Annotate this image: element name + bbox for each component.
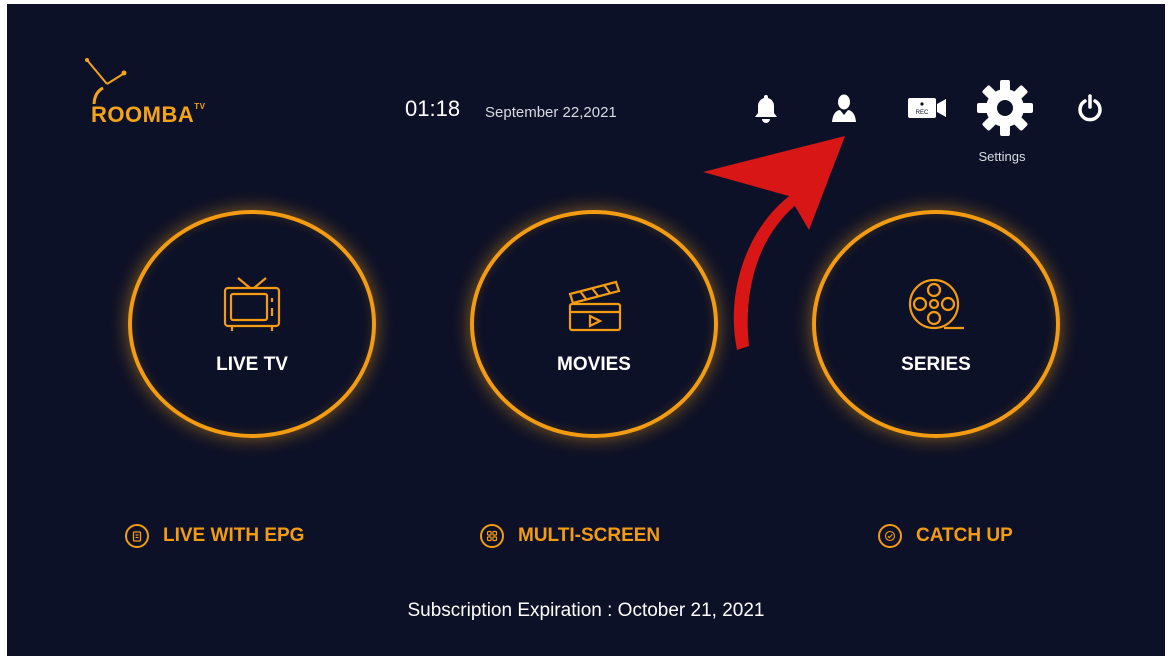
roomba-logo: ROOMBATV: [77, 54, 247, 134]
subscription-expiration: Subscription Expiration : October 21, 20…: [407, 600, 765, 621]
brand-name: ROOMBA: [91, 102, 195, 127]
tv-screen: ROOMBATV 01:18 September 22,2021 REC Set…: [7, 4, 1165, 656]
bell-icon[interactable]: [751, 90, 781, 126]
rec-text: REC: [916, 110, 929, 116]
tile-label-series: SERIES: [901, 354, 971, 375]
clapperboard-icon: [562, 274, 626, 339]
antenna-icon: [85, 58, 127, 104]
film-reel-icon: [904, 274, 968, 339]
link-catch-up[interactable]: CATCH UP: [878, 524, 1013, 548]
rec-icon[interactable]: REC: [905, 90, 949, 126]
tile-label-movies: MOVIES: [557, 354, 631, 375]
grid-icon: [480, 524, 504, 548]
tv-icon: [220, 274, 284, 339]
settings-label: Settings: [978, 149, 1026, 164]
link-label-live-with-epg: LIVE WITH EPG: [163, 525, 305, 546]
power-icon[interactable]: [1075, 90, 1105, 126]
tile-movies[interactable]: MOVIES: [470, 210, 718, 438]
tile-live-tv[interactable]: LIVE TV: [128, 210, 376, 438]
brand-superscript: TV: [194, 102, 206, 111]
user-icon[interactable]: [829, 90, 859, 126]
link-live-with-epg[interactable]: LIVE WITH EPG: [125, 524, 304, 548]
tile-series[interactable]: SERIES: [812, 210, 1060, 438]
link-label-multi-screen: MULTI-SCREEN: [518, 525, 661, 546]
link-multi-screen[interactable]: MULTI-SCREEN: [480, 524, 660, 548]
check-icon: [878, 524, 902, 548]
clock-time: 01:18: [405, 96, 461, 121]
clipboard-icon: [125, 524, 149, 548]
gear-icon[interactable]: [973, 76, 1037, 140]
link-label-catch-up: CATCH UP: [916, 525, 1013, 546]
clock-date: September 22,2021: [485, 104, 617, 121]
tile-label-live-tv: LIVE TV: [216, 354, 288, 375]
